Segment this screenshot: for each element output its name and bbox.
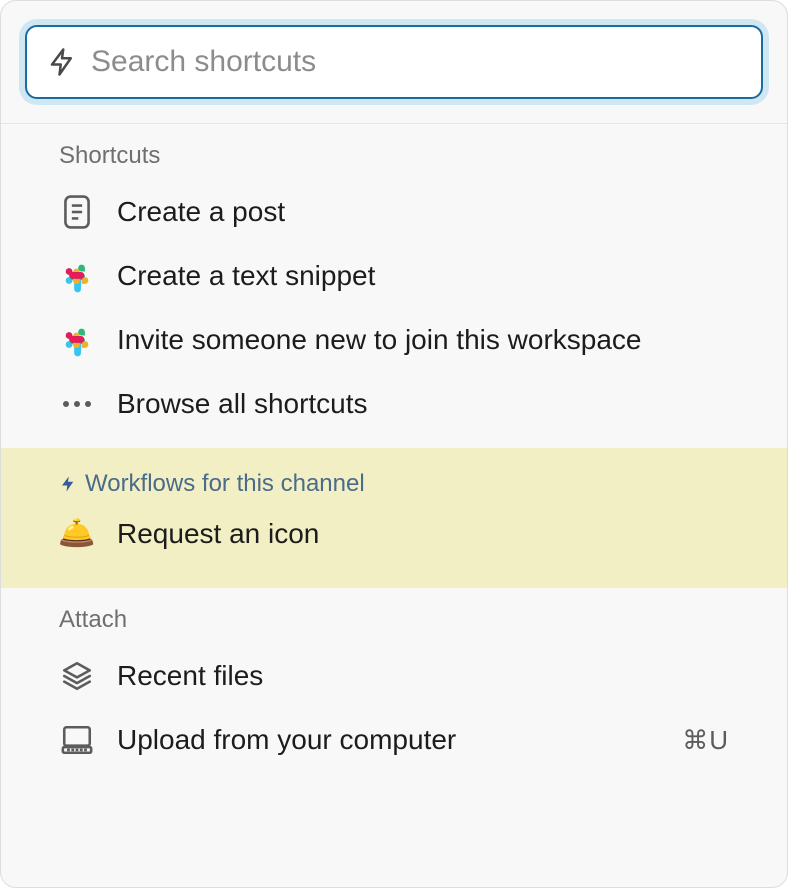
workflow-label: Request an icon	[117, 518, 729, 550]
shortcuts-panel: Shortcuts Create a post	[0, 0, 788, 888]
section-header-label: Workflows for this channel	[85, 470, 365, 498]
shortcut-label: Browse all shortcuts	[117, 388, 729, 420]
layers-icon	[59, 658, 95, 694]
section-attach: Attach Recent files	[1, 588, 787, 784]
keyboard-shortcut: ⌘U	[682, 725, 729, 756]
shortcut-create-post[interactable]: Create a post	[1, 180, 787, 244]
document-icon	[59, 194, 95, 230]
lightning-bolt-icon	[47, 45, 77, 79]
bell-icon: 🛎️	[59, 516, 95, 552]
slack-icon	[59, 322, 95, 358]
section-header-workflows: Workflows for this channel	[1, 470, 787, 502]
ellipsis-icon	[59, 386, 95, 422]
shortcut-label: Create a post	[117, 196, 729, 228]
section-header-label: Shortcuts	[59, 142, 160, 170]
bolt-filled-icon	[59, 473, 77, 495]
attach-label: Upload from your computer	[117, 724, 660, 756]
computer-icon	[59, 722, 95, 758]
shortcut-label: Invite someone new to join this workspac…	[117, 324, 729, 356]
search-wrap	[1, 1, 787, 123]
section-header-shortcuts: Shortcuts	[1, 142, 787, 180]
slack-icon	[59, 258, 95, 294]
shortcut-invite[interactable]: Invite someone new to join this workspac…	[1, 308, 787, 372]
search-input[interactable]	[91, 45, 741, 79]
shortcut-label: Create a text snippet	[117, 260, 729, 292]
attach-label: Recent files	[117, 660, 729, 692]
attach-upload-computer[interactable]: Upload from your computer ⌘U	[1, 708, 787, 772]
section-header-attach: Attach	[1, 606, 787, 644]
workflow-request-icon[interactable]: 🛎️ Request an icon	[1, 502, 787, 566]
shortcut-browse-all[interactable]: Browse all shortcuts	[1, 372, 787, 436]
section-workflows: Workflows for this channel 🛎️ Request an…	[1, 448, 787, 588]
shortcut-create-snippet[interactable]: Create a text snippet	[1, 244, 787, 308]
section-header-label: Attach	[59, 606, 127, 634]
search-box[interactable]	[25, 25, 763, 99]
section-shortcuts: Shortcuts Create a post	[1, 124, 787, 448]
attach-recent-files[interactable]: Recent files	[1, 644, 787, 708]
